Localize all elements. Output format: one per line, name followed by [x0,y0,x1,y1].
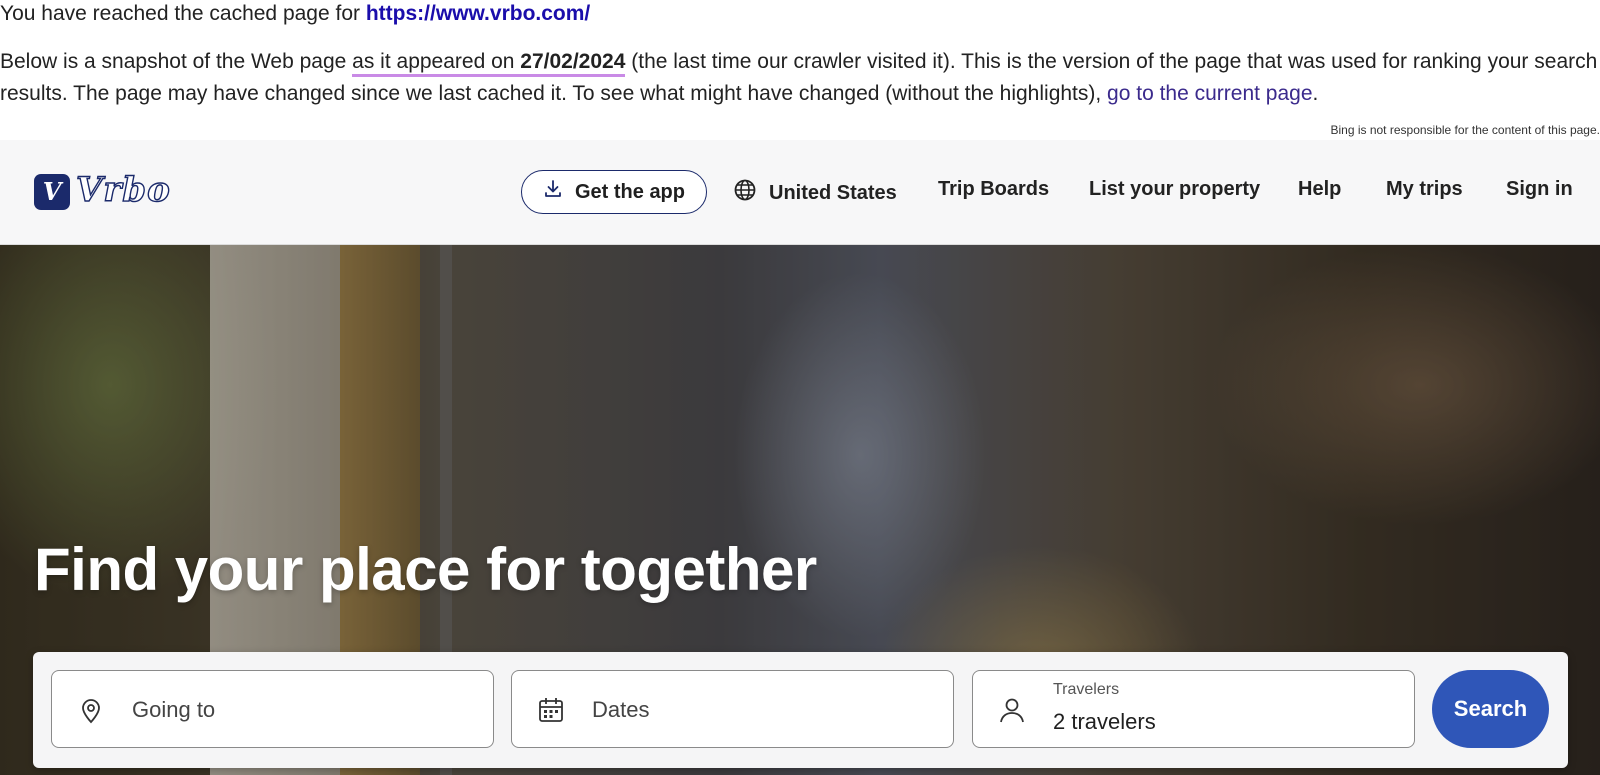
globe-icon [733,178,757,208]
logo-mark: V [34,174,70,210]
cached-url-link[interactable]: https://www.vrbo.com/ [366,2,590,25]
cache-date: 27/02/2024 [520,50,626,73]
nav-list-property[interactable]: List your property [1089,178,1260,201]
cache-description: Below is a snapshot of the Web page as i… [0,46,1600,110]
download-icon [543,179,563,205]
cache-notice-text: You have reached the cached page for [0,2,366,25]
travelers-label: Travelers [1053,681,1120,698]
nav-region[interactable]: United States [733,178,897,208]
calendar-icon [536,695,566,725]
vrbo-logo[interactable]: V Vrbo [34,169,184,212]
nav-region-label: United States [769,181,897,204]
search-button[interactable]: Search [1432,670,1549,748]
destination-placeholder: Going to [132,697,216,722]
cache-description-text: Below is a snapshot of the Web page [0,50,353,73]
current-page-link[interactable]: go to the current page [1107,82,1312,105]
hero-title: Find your place for together [34,536,817,603]
nav-my-trips[interactable]: My trips [1386,178,1463,201]
site-header: V Vrbo Get the app United States Trip Bo… [0,140,1600,245]
map-pin-icon [76,695,106,725]
get-app-label: Get the app [574,180,685,203]
get-app-button[interactable]: Get the app [521,170,707,214]
dates-placeholder: Dates [592,697,650,722]
cache-notice: You have reached the cached page for htt… [0,2,590,26]
search-panel: Going to Dates Travelers 2 travelers Sea… [33,652,1568,768]
cache-disclaimer: Bing is not responsible for the content … [1330,123,1600,137]
cache-banner: You have reached the cached page for htt… [0,0,1600,140]
person-icon [997,695,1027,725]
nav-help[interactable]: Help [1298,178,1341,201]
cache-description-end: . [1312,82,1319,105]
dates-field[interactable]: Dates [511,670,954,748]
travelers-value: 2 travelers [1053,709,1156,734]
logo-wordmark: Vrbo [75,169,171,210]
highlight-text: as it appeared on [352,50,521,73]
destination-field[interactable]: Going to [51,670,494,748]
travelers-field[interactable]: Travelers 2 travelers [972,670,1415,748]
nav-trip-boards[interactable]: Trip Boards [938,178,1049,201]
nav-sign-in[interactable]: Sign in [1506,178,1573,201]
highlighted-phrase: as it appeared on 27/02/2024 [352,50,626,77]
